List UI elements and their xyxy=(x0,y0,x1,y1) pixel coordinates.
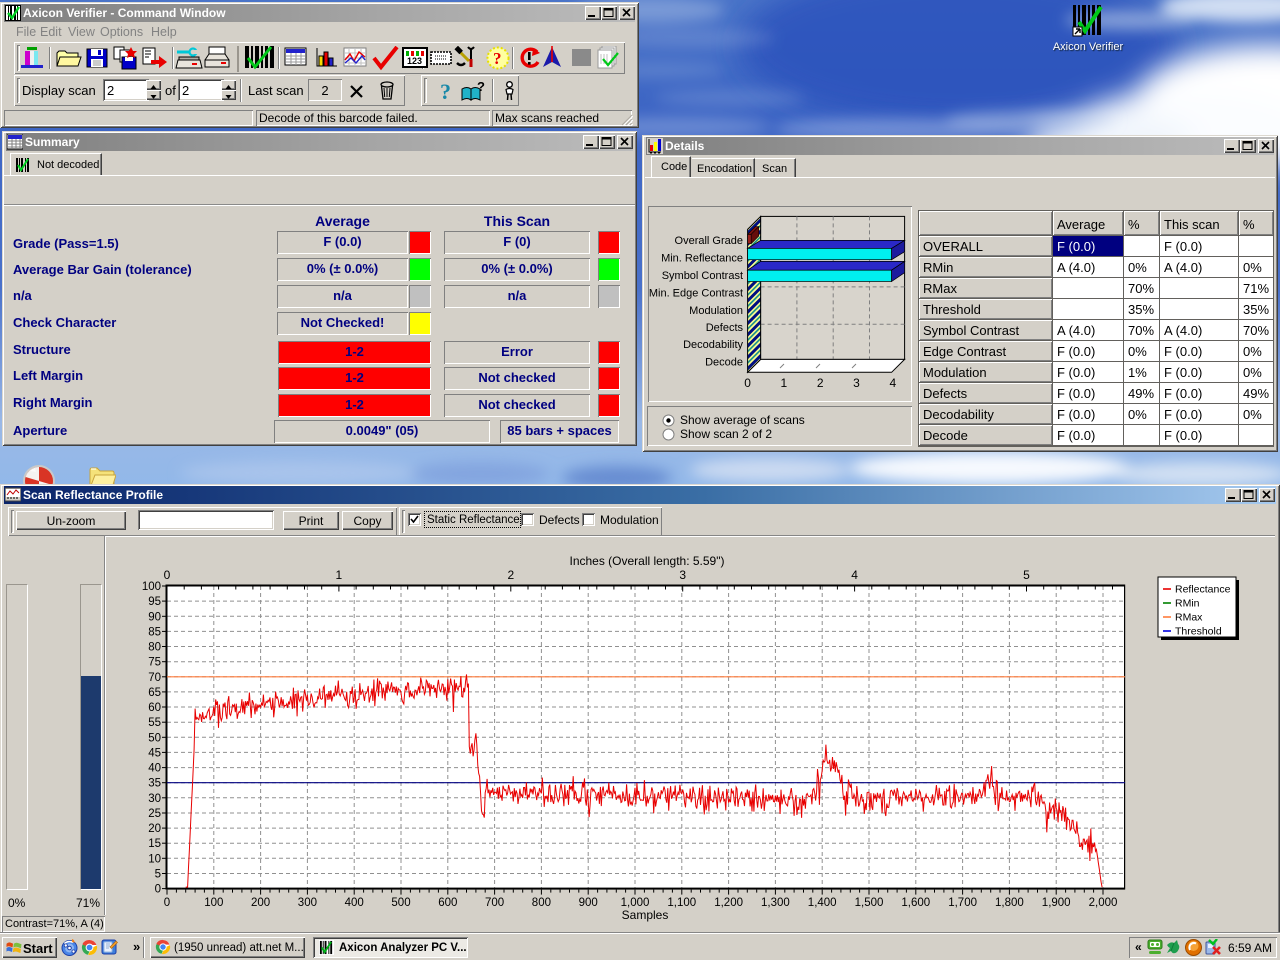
svg-text:45: 45 xyxy=(148,747,161,759)
svg-text:300: 300 xyxy=(298,897,317,909)
svg-text:?: ? xyxy=(493,49,502,68)
svg-text:Threshold: Threshold xyxy=(1175,626,1222,638)
svg-text:0: 0 xyxy=(164,897,170,909)
svg-text:85: 85 xyxy=(148,626,161,638)
svg-text:0: 0 xyxy=(155,884,161,896)
svg-text:20: 20 xyxy=(148,823,161,835)
svg-text:?: ? xyxy=(477,81,485,94)
svg-text:1,300: 1,300 xyxy=(761,897,790,909)
svg-text:65: 65 xyxy=(148,687,161,699)
svg-text:Min. Reflectance: Min. Reflectance xyxy=(661,252,743,264)
svg-text:75: 75 xyxy=(148,657,161,669)
svg-text:1,600: 1,600 xyxy=(901,897,930,909)
svg-text:Defects: Defects xyxy=(706,322,744,334)
svg-text:4: 4 xyxy=(851,568,858,582)
svg-text:5: 5 xyxy=(155,869,161,881)
svg-text:Symbol Contrast: Symbol Contrast xyxy=(662,270,743,282)
svg-text:30: 30 xyxy=(148,793,161,805)
svg-text:95: 95 xyxy=(148,596,161,608)
svg-text:1,800: 1,800 xyxy=(995,897,1024,909)
svg-text:0: 0 xyxy=(164,568,171,582)
svg-text:1,700: 1,700 xyxy=(948,897,977,909)
svg-text:600: 600 xyxy=(438,897,457,909)
svg-text:15: 15 xyxy=(148,838,161,850)
svg-text:Inches (Overall length: 5.59"): Inches (Overall length: 5.59") xyxy=(569,554,724,568)
svg-text:60: 60 xyxy=(148,702,161,714)
svg-text:200: 200 xyxy=(251,897,270,909)
svg-text:Samples: Samples xyxy=(622,908,669,922)
svg-text:0: 0 xyxy=(744,376,751,390)
svg-text:4: 4 xyxy=(889,376,896,390)
svg-text:Decode: Decode xyxy=(705,356,743,368)
svg-text:50: 50 xyxy=(148,732,161,744)
svg-text:100: 100 xyxy=(142,581,161,593)
svg-text:3: 3 xyxy=(679,568,686,582)
svg-text:1: 1 xyxy=(781,376,788,390)
svg-text:1,500: 1,500 xyxy=(855,897,884,909)
svg-text:70: 70 xyxy=(148,672,161,684)
svg-text:2: 2 xyxy=(817,376,824,390)
svg-text:10: 10 xyxy=(148,853,161,865)
svg-text:400: 400 xyxy=(345,897,364,909)
svg-text:2: 2 xyxy=(507,568,514,582)
svg-text:80: 80 xyxy=(148,642,161,654)
svg-text:35: 35 xyxy=(148,778,161,790)
svg-text:100: 100 xyxy=(204,897,223,909)
svg-text:Modulation: Modulation xyxy=(689,305,743,317)
svg-text:1,900: 1,900 xyxy=(1042,897,1071,909)
svg-text:1,200: 1,200 xyxy=(714,897,743,909)
svg-text:RMin: RMin xyxy=(1175,598,1200,610)
svg-text:700: 700 xyxy=(485,897,504,909)
svg-text:40: 40 xyxy=(148,763,161,775)
svg-text:?: ? xyxy=(440,80,451,102)
svg-text:800: 800 xyxy=(532,897,551,909)
svg-text:500: 500 xyxy=(391,897,410,909)
svg-text:25: 25 xyxy=(148,808,161,820)
svg-text:90: 90 xyxy=(148,611,161,623)
svg-text:3: 3 xyxy=(853,376,860,390)
svg-text:Overall Grade: Overall Grade xyxy=(675,235,743,247)
svg-text:55: 55 xyxy=(148,717,161,729)
svg-text:1: 1 xyxy=(336,568,343,582)
svg-text:Decodability: Decodability xyxy=(683,339,743,351)
svg-text:5: 5 xyxy=(1023,568,1030,582)
svg-text:123: 123 xyxy=(407,56,422,66)
svg-text:2,000: 2,000 xyxy=(1089,897,1118,909)
svg-text:RMax: RMax xyxy=(1175,612,1203,624)
svg-text:1,100: 1,100 xyxy=(667,897,696,909)
svg-text:900: 900 xyxy=(579,897,598,909)
svg-text:Min. Edge Contrast: Min. Edge Contrast xyxy=(649,287,743,299)
svg-text:1,400: 1,400 xyxy=(808,897,837,909)
svg-text:Reflectance: Reflectance xyxy=(1175,584,1231,596)
